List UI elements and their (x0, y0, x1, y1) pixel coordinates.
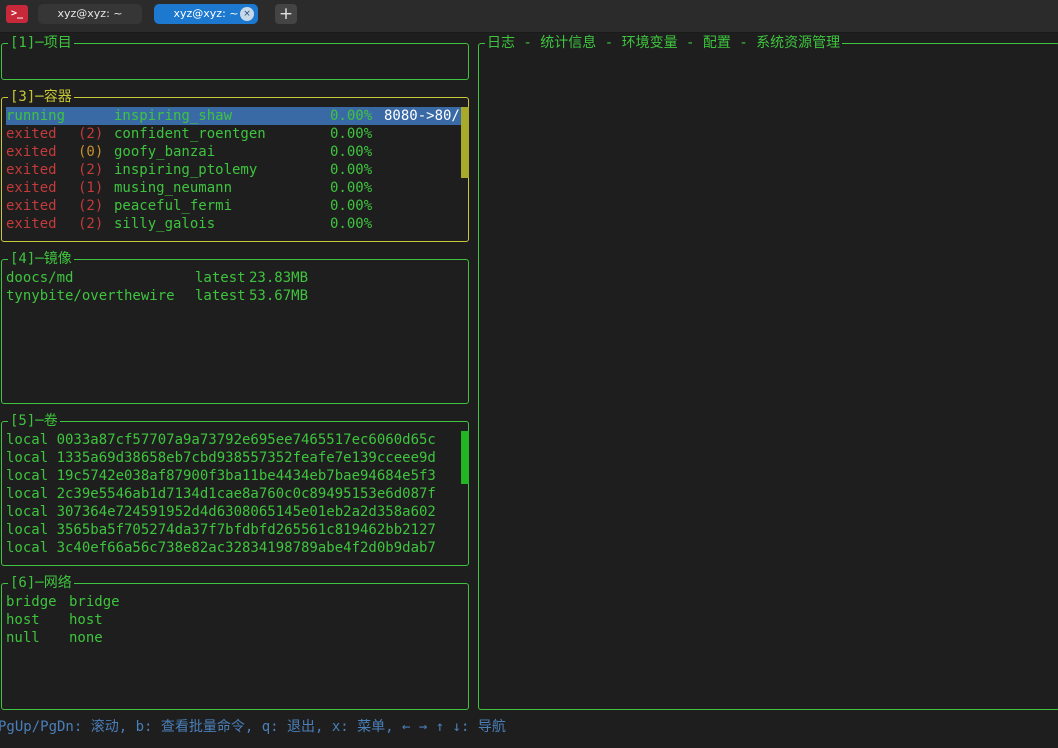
container-row[interactable]: running inspiring_shaw 0.00% 8080->80/ (6, 107, 466, 125)
network-row[interactable]: host host (6, 611, 466, 629)
image-size: 23.83MB (249, 270, 309, 286)
container-name: silly_galois (114, 216, 216, 232)
volume-row[interactable]: local 3565ba5f705274da37f7bfdbfd265561c8… (6, 521, 436, 539)
image-name: doocs/md (6, 270, 74, 286)
terminal-app-icon[interactable]: >_ (6, 5, 28, 23)
container-state: exited (6, 216, 57, 232)
container-exit-code: (0) (78, 144, 104, 160)
volumes-panel[interactable]: [5]─卷 local 0033a87cf57707a9a73792e695ee… (1, 412, 469, 566)
container-cpu: 0.00% (330, 216, 373, 232)
container-cpu: 0.00% (330, 108, 373, 124)
containers-panel-title: [3]─容器 (8, 88, 74, 106)
container-name: peaceful_fermi (114, 198, 233, 214)
container-state: exited (6, 180, 57, 196)
container-state: exited (6, 126, 57, 142)
network-driver: none (69, 630, 103, 646)
volume-row[interactable]: local 2c39e5546ab1d7134d1cae8a760c0c8949… (6, 485, 436, 503)
container-exit-code: (1) (78, 180, 104, 196)
image-tag: latest (195, 270, 246, 286)
help-footer: PgUp/PgDn: 滚动, b: 查看批量命令, q: 退出, x: 菜单, … (0, 719, 506, 735)
container-exit-code: (2) (78, 162, 104, 178)
image-row[interactable]: tynybite/overthewire latest 53.67MB (6, 287, 466, 305)
container-name: confident_roentgen (114, 126, 266, 142)
container-row[interactable]: exited (2) confident_roentgen 0.00% (6, 125, 466, 143)
network-row[interactable]: null none (6, 629, 466, 647)
image-name: tynybite/overthewire (6, 288, 175, 304)
container-exit-code: (2) (78, 216, 104, 232)
network-name: null (6, 630, 40, 646)
networks-panel[interactable]: [6]─网络 bridge bridge host host null none (1, 574, 469, 710)
tab-title: xyz@xyz: ~ (173, 7, 239, 20)
container-row[interactable]: exited (1) musing_neumann 0.00% (6, 179, 466, 197)
terminal-tab-bar: >_ xyz@xyz: ~ xyz@xyz: ~ × + (0, 0, 1058, 33)
network-name: bridge (6, 594, 57, 610)
close-icon[interactable]: × (240, 7, 254, 21)
container-ports: 8080->80/ (384, 108, 460, 124)
container-cpu: 0.00% (330, 198, 373, 214)
volumes-scrollbar[interactable] (461, 431, 469, 484)
container-cpu: 0.00% (330, 126, 373, 142)
volume-row[interactable]: local 0033a87cf57707a9a73792e695ee746551… (6, 431, 436, 449)
container-name: inspiring_shaw (114, 108, 233, 124)
volume-row[interactable]: local 19c5742e038af87900f3ba11be4434eb7b… (6, 467, 436, 485)
volume-row[interactable]: local 307364e724591952d4d6308065145e01eb… (6, 503, 436, 521)
container-cpu: 0.00% (330, 180, 373, 196)
container-state: exited (6, 162, 57, 178)
containers-panel[interactable]: [3]─容器 running inspiring_shaw 0.00% 8080->8… (1, 88, 469, 242)
main-panel-title[interactable]: 日志 - 统计信息 - 环境变量 - 配置 - 系统资源管理 (485, 34, 843, 52)
network-driver: bridge (69, 594, 120, 610)
containers-scrollbar[interactable] (461, 107, 469, 178)
image-size: 53.67MB (249, 288, 309, 304)
image-row[interactable]: doocs/md latest 23.83MB (6, 269, 466, 287)
new-tab-button[interactable]: + (275, 4, 297, 24)
container-cpu: 0.00% (330, 162, 373, 178)
network-name: host (6, 612, 40, 628)
volume-row[interactable]: local 1335a69d38658eb7cbd938557352feafe7… (6, 449, 436, 467)
container-state: exited (6, 198, 57, 214)
container-row[interactable]: exited (2) peaceful_fermi 0.00% (6, 197, 466, 215)
container-exit-code: (2) (78, 198, 104, 214)
container-state: running (6, 108, 66, 124)
container-row[interactable]: exited (2) silly_galois 0.00% (6, 215, 466, 233)
terminal-tab-2-active[interactable]: xyz@xyz: ~ × (154, 4, 258, 24)
container-name: musing_neumann (114, 180, 233, 196)
network-driver: host (69, 612, 103, 628)
container-row[interactable]: exited (2) inspiring_ptolemy 0.00% (6, 161, 466, 179)
container-cpu: 0.00% (330, 144, 373, 160)
container-row[interactable]: exited (0) goofy_banzai 0.00% (6, 143, 466, 161)
projects-panel-title: [1]─项目 (8, 34, 74, 52)
container-state: exited (6, 144, 57, 160)
images-panel[interactable]: [4]─镜像 doocs/md latest 23.83MB tynybite/ove… (1, 250, 469, 404)
networks-panel-title: [6]─网络 (8, 574, 74, 592)
container-exit-code: (2) (78, 126, 104, 142)
projects-panel[interactable]: [1]─项目 (1, 34, 469, 80)
volumes-panel-title: [5]─卷 (8, 412, 60, 430)
container-name: goofy_banzai (114, 144, 216, 160)
terminal-tab-1[interactable]: xyz@xyz: ~ (38, 4, 142, 24)
container-name: inspiring_ptolemy (114, 162, 258, 178)
image-tag: latest (195, 288, 246, 304)
volume-row[interactable]: local 3c40ef66a56c738e82ac32834198789abe… (6, 539, 436, 557)
images-panel-title: [4]─镜像 (8, 250, 74, 268)
tab-title: xyz@xyz: ~ (57, 7, 123, 20)
main-detail-panel[interactable]: 日志 - 统计信息 - 环境变量 - 配置 - 系统资源管理 (478, 34, 1058, 710)
network-row[interactable]: bridge bridge (6, 593, 466, 611)
